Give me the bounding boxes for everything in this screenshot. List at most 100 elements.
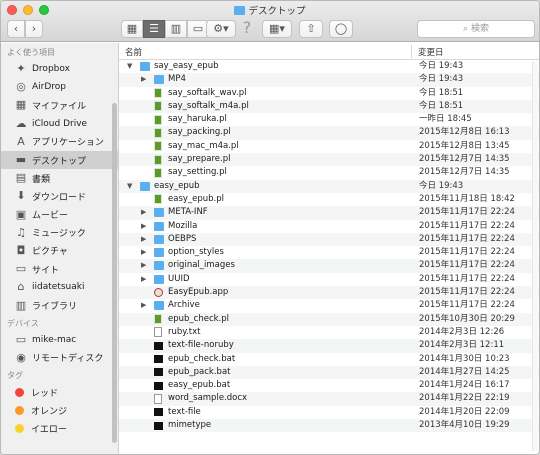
disclosure-expanded-icon[interactable]: ▼ [127,60,132,73]
file-name: easy_epub [154,180,200,191]
sidebar-scrollbar[interactable] [112,103,117,443]
sidebar-item-label: mike-mac [32,334,77,345]
file-date: 今日 18:51 [419,100,464,111]
script-file-icon [154,101,162,112]
airdrop-icon: ◎ [16,80,26,94]
file-row[interactable]: say_packing.pl 2015年12月8日 16:13 [119,126,539,140]
executable-file-icon [154,421,163,430]
sidebar-item[interactable]: ☁ iCloud Drive [1,115,118,133]
disclosure-collapsed-icon[interactable]: ▶ [141,259,146,272]
file-date: 2015年11月17日 22:24 [419,260,515,271]
sidebar-tag-item[interactable]: レッド [1,383,118,401]
disclosure-collapsed-icon[interactable]: ▶ [141,220,146,233]
arrange-menu-button[interactable]: ▦▾ [262,20,292,38]
file-row[interactable]: ▶ OEBPS 2015年11月17日 22:24 [119,232,539,247]
sidebar-item[interactable]: ⌂ iidatetsuaki [1,278,118,296]
column-name-header[interactable]: 名前 [125,46,142,58]
sidebar-item[interactable]: ▦ マイファイル [1,96,118,114]
file-row[interactable]: ruby.txt 2014年2月3日 12:26 [119,326,539,339]
file-row[interactable]: say_softalk_m4a.pl 今日 18:51 [119,99,539,114]
file-row[interactable]: text-file 2014年1月20日 22:09 [119,406,539,419]
disclosure-collapsed-icon[interactable]: ▶ [141,299,146,312]
file-name: say_softalk_wav.pl [168,87,247,98]
forward-button[interactable]: › [25,20,43,38]
search-field[interactable]: ⌕ 検索 [417,20,535,38]
column-divider[interactable] [411,45,412,58]
sidebar-item[interactable]: A アプリケーション [1,133,118,151]
file-row[interactable]: ▶ option_styles 2015年11月17日 22:24 [119,246,539,259]
file-name: easy_epub.pl [168,193,225,204]
column-view-button[interactable]: ▥ [165,20,187,38]
file-row[interactable]: easy_epub.bat 2014年1月24日 16:17 [119,379,539,392]
sidebar-header-devices: デバイス [7,318,39,328]
list-view-button[interactable]: ☰ [143,20,165,38]
disclosure-collapsed-icon[interactable]: ▶ [141,273,146,286]
script-file-icon [154,141,162,152]
share-button[interactable]: ⇧ [299,20,323,38]
file-name: epub_check.pl [168,313,230,324]
tag-color-dot-icon [15,423,24,433]
sidebar-tag-item[interactable]: オレンジ [1,401,118,419]
file-row[interactable]: ▶ MP4 今日 19:43 [119,73,539,87]
edit-tags-button[interactable]: ◯ [329,20,353,38]
file-row[interactable]: ▶ Mozilla 2015年11月17日 22:24 [119,220,539,233]
file-row[interactable]: ▼ say_easy_epub 今日 19:43 [119,60,539,73]
action-menu-button[interactable]: ⚙▾ [206,20,236,38]
sidebar-item[interactable]: ▭ サイト [1,260,118,278]
file-row[interactable]: epub_check.pl 2015年10月30日 20:29 [119,312,539,326]
sidebar-item[interactable]: ◘ ピクチャ [1,242,118,260]
executable-file-icon [154,355,163,364]
folder-icon [140,62,150,71]
file-date: 2015年10月30日 20:29 [419,313,515,324]
sidebar-item[interactable]: ◎ AirDrop [1,78,118,96]
script-file-icon [154,154,162,165]
folder-icon [234,6,246,15]
sidebar-item[interactable]: ▥ ライブラリ [1,296,118,314]
sidebar-item[interactable]: ✦ Dropbox [1,60,118,78]
applications-icon: A [17,134,25,148]
file-row[interactable]: word_sample.docx 2014年1月22日 22:19 [119,392,539,406]
file-row[interactable]: ▶ Archive 2015年11月17日 22:24 [119,299,539,312]
file-row[interactable]: epub_check.bat 2014年1月30日 10:23 [119,353,539,366]
sidebar-item-label: ダウンロード [32,192,87,203]
sidebar-item[interactable]: ♫ ミュージック [1,224,118,242]
icon-view-button[interactable]: ▦ [121,20,143,38]
sidebar-item[interactable]: ▬ デスクトップ [1,150,118,170]
file-row[interactable]: say_softalk_wav.pl 今日 18:51 [119,87,539,100]
file-row[interactable]: say_setting.pl 2015年12月7日 14:35 [119,166,539,179]
sidebar-item[interactable]: ▭ mike-mac [1,331,118,349]
file-date: 2015年12月7日 14:35 [419,167,510,178]
file-name: mimetype [168,420,212,431]
disclosure-collapsed-icon[interactable]: ▶ [141,246,146,259]
file-row[interactable]: easy_epub.pl 2015年11月18日 18:42 [119,193,539,206]
sidebar-item[interactable]: ▤ 書類 [1,169,118,187]
file-row[interactable]: say_mac_m4a.pl 2015年12月8日 13:45 [119,140,539,153]
file-row[interactable]: EasyEpub.app 2015年11月17日 22:24 [119,286,539,300]
file-row[interactable]: ▼ easy_epub 今日 19:43 [119,179,539,193]
help-button[interactable]: ? [239,20,255,38]
computer-icon: ▭ [15,332,27,346]
file-row[interactable]: say_prepare.pl 2015年12月7日 14:35 [119,153,539,167]
disclosure-expanded-icon[interactable]: ▼ [127,180,132,193]
column-date-header[interactable]: 変更日 [418,46,444,58]
file-row[interactable]: ▶ UUID 2015年11月17日 22:24 [119,273,539,286]
sidebar-header-favorites: よく使う項目 [7,48,55,57]
file-list-scrollbar[interactable] [532,61,538,451]
sidebar-item[interactable]: ◉ リモートディスク [1,349,118,367]
back-button[interactable]: ‹ [7,20,25,38]
disclosure-collapsed-icon[interactable]: ▶ [141,233,146,246]
sidebar-item-label: デスクトップ [32,156,87,167]
file-row[interactable]: ▶ META-INF 2015年11月17日 22:24 [119,206,539,220]
file-row[interactable]: ▶ original_images 2015年11月17日 22:24 [119,259,539,273]
file-row[interactable]: epub_pack.bat 2014年1月27日 14:25 [119,365,539,380]
sidebar-tag-item[interactable]: イエロー [1,419,118,437]
sidebar-item[interactable]: ⬇ ダウンロード [1,187,118,205]
file-row[interactable]: mimetype 2013年4月10日 19:29 [119,419,539,433]
file-date: 2015年11月17日 22:24 [419,287,515,298]
disclosure-collapsed-icon[interactable]: ▶ [141,206,146,219]
sidebar-item[interactable]: ▣ ムービー [1,206,118,224]
disclosure-collapsed-icon[interactable]: ▶ [141,73,146,86]
file-row[interactable]: say_haruka.pl 一昨日 18:45 [119,113,539,126]
file-date: 2015年11月17日 22:24 [419,273,515,284]
file-row[interactable]: text-file-noruby 2014年2月3日 12:11 [119,339,539,353]
